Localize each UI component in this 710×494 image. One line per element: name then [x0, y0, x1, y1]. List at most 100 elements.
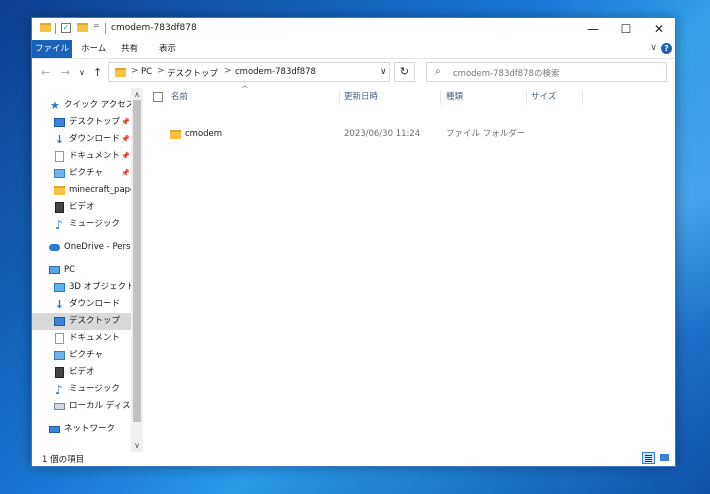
recent-locations-button[interactable]: ∨	[79, 68, 85, 77]
sidebar-item-label: クイック アクセス	[64, 100, 131, 110]
sidebar-item-3d-objects[interactable]: 3D オブジェクト	[32, 279, 131, 296]
folder-icon	[54, 186, 65, 195]
sidebar-item-desktop[interactable]: デスクトップ	[32, 313, 131, 330]
sort-ascending-icon: ^	[241, 85, 249, 95]
sidebar-item-label: ピクチャ	[69, 168, 103, 178]
breadcrumb-desktop[interactable]: デスクトップ	[167, 67, 218, 79]
column-header-name[interactable]: 名前	[171, 88, 188, 106]
table-row[interactable]: cmodem 2023/06/30 11:24 ファイル フォルダー	[144, 126, 675, 143]
address-bar[interactable]: > PC > デスクトップ > cmodem-783df878	[108, 62, 390, 82]
sidebar-item-pc[interactable]: PC	[32, 262, 131, 279]
column-header-size[interactable]: サイズ	[531, 88, 556, 106]
minimize-button[interactable]: —	[577, 18, 609, 40]
sidebar-item-label: ドキュメント	[69, 151, 121, 161]
search-box[interactable]: ⌕ cmodem-783df878の検索	[426, 62, 667, 82]
video-icon	[55, 367, 64, 378]
column-divider[interactable]	[339, 90, 340, 105]
sidebar-item-label: ミュージック	[69, 219, 120, 229]
sidebar-item-documents-pinned[interactable]: ドキュメント 📌	[32, 148, 131, 165]
pin-icon: 📌	[121, 118, 130, 126]
download-icon: ↓	[54, 133, 65, 146]
sidebar-item-label: PC	[64, 265, 76, 275]
file-type: ファイル フォルダー	[446, 129, 526, 139]
sidebar-item-downloads[interactable]: ↓ ダウンロード	[32, 296, 131, 313]
window-title: cmodem-783df878	[111, 23, 197, 33]
desktop-icon	[54, 317, 65, 326]
scrollbar-thumb[interactable]	[133, 100, 141, 422]
ribbon-tabs: ファイル ホーム 共有 表示 ∨ ?	[32, 40, 675, 59]
sidebar-item-quick-access[interactable]: ★ クイック アクセス	[32, 97, 131, 114]
expand-ribbon-icon[interactable]: ∨	[650, 43, 657, 53]
close-button[interactable]: ✕	[643, 18, 675, 40]
breadcrumb-pc[interactable]: PC	[141, 67, 152, 77]
breadcrumb-separator[interactable]: >	[157, 66, 165, 76]
sidebar-item-label: ピクチャ	[69, 350, 103, 360]
drive-icon	[54, 403, 65, 410]
pin-icon: 📌	[121, 169, 130, 177]
navigation-pane: ★ クイック アクセス デスクトップ 📌 ↓ ダウンロード 📌 ドキュメント 📌…	[32, 88, 143, 452]
file-explorer-window: ✓ = cmodem-783df878 — ☐ ✕ ファイル ホーム 共有 表示…	[31, 17, 676, 467]
sidebar-item-label: ダウンロード	[69, 134, 121, 144]
divider	[105, 23, 106, 34]
sidebar-item-local-disk[interactable]: ローカル ディスク (C	[32, 398, 131, 415]
details-view-button[interactable]	[642, 452, 655, 464]
maximize-button[interactable]: ☐	[610, 18, 642, 40]
file-modified: 2023/06/30 11:24	[344, 129, 421, 139]
back-button[interactable]: ←	[41, 66, 50, 79]
sidebar-item-music[interactable]: ♪ ミュージック	[32, 216, 131, 233]
sidebar-item-label: ネットワーク	[64, 424, 116, 434]
sidebar-item-network[interactable]: ネットワーク	[32, 421, 131, 438]
column-divider[interactable]	[440, 90, 441, 105]
search-icon: ⌕	[435, 66, 441, 77]
sidebar-item-label: ダウンロード	[69, 299, 121, 309]
quick-access-toolbar-dropdown-icon[interactable]: =	[93, 21, 100, 30]
tab-share[interactable]: 共有	[114, 40, 145, 58]
forward-button[interactable]: →	[61, 66, 70, 79]
sidebar-item-onedrive[interactable]: OneDrive - Persor	[32, 239, 131, 256]
navigation-pane-scrollbar[interactable]: ∧ ∨	[131, 88, 143, 452]
breadcrumb-separator[interactable]: >	[131, 66, 139, 76]
column-header-modified[interactable]: 更新日時	[344, 88, 378, 106]
up-button[interactable]: ↑	[93, 66, 102, 79]
tab-home[interactable]: ホーム	[74, 40, 113, 58]
column-divider[interactable]	[526, 90, 527, 105]
status-bar: 1 個の項目	[32, 452, 675, 466]
new-folder-icon[interactable]	[77, 23, 88, 32]
sidebar-item-documents[interactable]: ドキュメント	[32, 330, 131, 347]
help-icon[interactable]: ?	[661, 43, 672, 54]
address-dropdown-icon[interactable]: ∨	[380, 67, 387, 77]
tab-file[interactable]: ファイル	[32, 40, 72, 58]
document-icon	[55, 333, 64, 344]
sidebar-item-label: ビデオ	[69, 202, 95, 212]
tab-view[interactable]: 表示	[152, 40, 183, 58]
folder-icon	[40, 23, 51, 32]
sidebar-item-label: ビデオ	[69, 367, 95, 377]
desktop-icon	[54, 118, 65, 127]
breadcrumb-current-folder[interactable]: cmodem-783df878	[235, 67, 316, 77]
sidebar-item-label: ミュージック	[69, 384, 120, 394]
sidebar-item-music-pc[interactable]: ♪ ミュージック	[32, 381, 131, 398]
select-all-checkbox[interactable]	[153, 92, 163, 102]
sidebar-item-label: デスクトップ	[69, 117, 121, 127]
sidebar-item-label: 3D オブジェクト	[69, 282, 131, 292]
sidebar-item-videos[interactable]: ビデオ	[32, 199, 131, 216]
sidebar-item-videos-pc[interactable]: ビデオ	[32, 364, 131, 381]
column-header-type[interactable]: 種類	[446, 88, 463, 106]
sidebar-item-pictures[interactable]: ピクチャ	[32, 347, 131, 364]
large-icons-view-button[interactable]	[658, 452, 671, 464]
sidebar-item-downloads-pinned[interactable]: ↓ ダウンロード 📌	[32, 131, 131, 148]
sidebar-item-minecraft-paper[interactable]: minecraft_paper	[32, 182, 131, 199]
properties-icon[interactable]: ✓	[61, 23, 71, 33]
refresh-button[interactable]: ↻	[394, 62, 415, 82]
sidebar-item-desktop-pinned[interactable]: デスクトップ 📌	[32, 114, 131, 131]
navigation-bar: ← → ∨ ↑ > PC > デスクトップ > cmodem-783df878 …	[32, 59, 675, 87]
breadcrumb-separator[interactable]: >	[224, 66, 232, 76]
video-icon	[55, 202, 64, 213]
column-divider[interactable]	[582, 90, 583, 105]
sidebar-item-pictures-pinned[interactable]: ピクチャ 📌	[32, 165, 131, 182]
search-placeholder: cmodem-783df878の検索	[453, 69, 560, 79]
scroll-up-icon[interactable]: ∧	[131, 90, 143, 99]
network-icon	[49, 426, 60, 433]
folder-icon	[115, 68, 126, 77]
scroll-down-icon[interactable]: ∨	[131, 441, 143, 450]
